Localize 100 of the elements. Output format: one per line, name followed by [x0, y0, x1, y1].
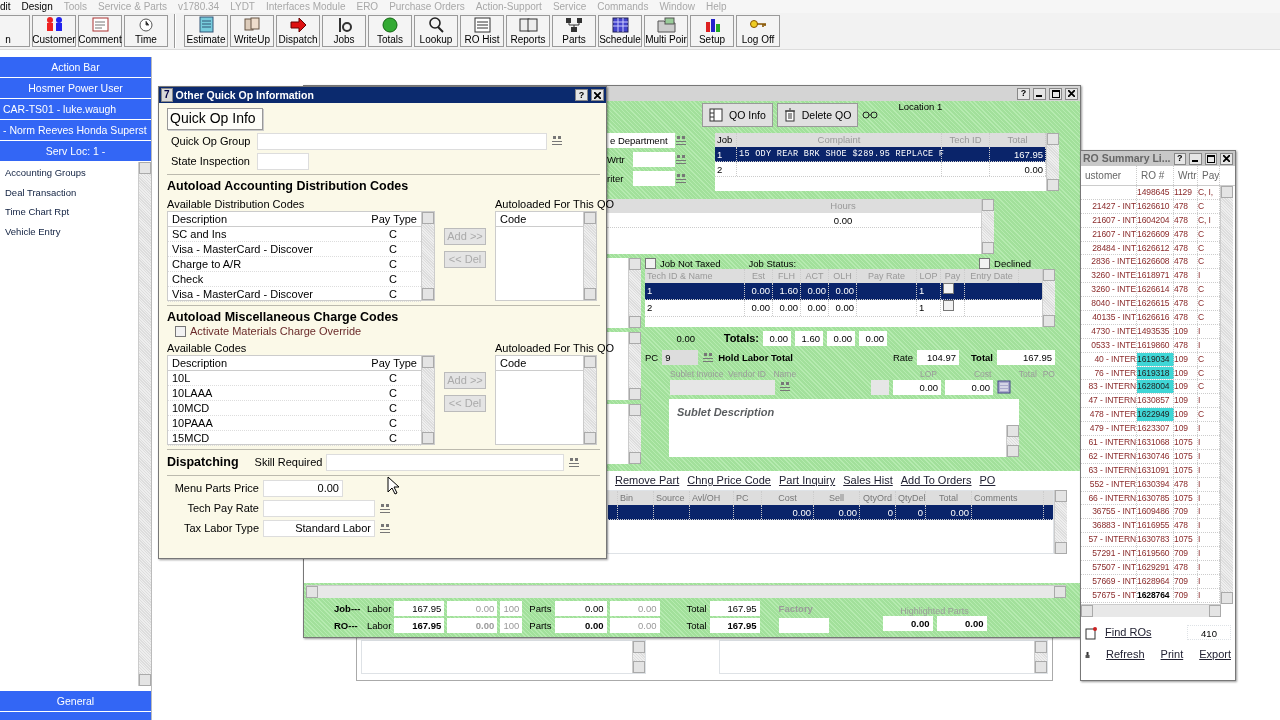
input-field[interactable]	[326, 454, 565, 472]
sidebar-item[interactable]: Accounting Groups	[0, 166, 138, 186]
link[interactable]: Part Inquiry	[779, 474, 836, 490]
toolbar-button[interactable]: Estimate	[184, 15, 228, 47]
link[interactable]: Add To Orders	[900, 474, 972, 490]
lookup-icon[interactable]	[779, 381, 791, 394]
table-row[interactable]: 1 15 ODY REAR BRK SHOE $289.95 REPLACE F 167.95	[715, 147, 1046, 162]
table-row[interactable]: 2 0.00	[715, 162, 1046, 177]
close-button[interactable]	[1220, 152, 1233, 165]
table-cell[interactable]: 1628764	[1137, 588, 1174, 602]
input-field[interactable]: e Department	[607, 133, 675, 148]
toolbar-button[interactable]: RO Hist	[460, 15, 504, 47]
toolbar-button[interactable]: Jobs	[322, 15, 366, 47]
checkbox[interactable]	[175, 326, 186, 338]
sidebar-header[interactable]: General	[0, 691, 151, 711]
table-cell[interactable]: 1616955	[1137, 519, 1174, 533]
sidebar-item[interactable]: Vehicle Entry	[0, 224, 138, 244]
link[interactable]: Print	[1160, 648, 1184, 662]
toolbar-button[interactable]: Multi Poir	[644, 15, 688, 47]
toolbar-button[interactable]: Delete QO	[776, 103, 859, 127]
lookup-icon[interactable]	[675, 172, 687, 185]
lookup-icon[interactable]	[675, 134, 687, 147]
lookup-icon[interactable]	[675, 153, 687, 166]
toolbar-button[interactable]: Lookup	[414, 15, 458, 47]
toolbar-button[interactable]: Dispatch	[276, 15, 320, 47]
table-cell[interactable]: 1628004	[1137, 380, 1174, 394]
table-cell[interactable]: 1619860	[1137, 338, 1174, 352]
table-row[interactable]: 1 0.00 1.60 0.00 0.00 1	[645, 283, 1042, 301]
sidebar-header[interactable]	[0, 712, 151, 720]
sidebar-header[interactable]: Hosmer Power User	[0, 78, 151, 98]
link[interactable]: Remove Part	[615, 474, 680, 490]
toolbar-button[interactable]: Parts	[552, 15, 596, 47]
checkbox[interactable]	[943, 283, 954, 295]
table-cell[interactable]: 1631091	[1137, 463, 1174, 477]
table-cell[interactable]: 1626612	[1137, 241, 1174, 255]
input-field[interactable]: 104.97	[917, 350, 959, 366]
close-button[interactable]	[591, 89, 604, 101]
table-cell[interactable]: 1630783	[1137, 533, 1174, 547]
maximize-button[interactable]	[1049, 87, 1062, 100]
table-cell[interactable]: 1626615	[1137, 297, 1174, 310]
maximize-button[interactable]	[1204, 152, 1218, 165]
help-button[interactable]: ?	[1173, 152, 1187, 165]
table-cell[interactable]: 1618971	[1137, 269, 1174, 283]
checkbox[interactable]	[645, 258, 656, 270]
link[interactable]: Export	[1199, 648, 1231, 662]
input-field[interactable]	[633, 152, 675, 167]
help-button[interactable]: ?	[1017, 87, 1030, 100]
document-icon[interactable]	[997, 380, 1011, 395]
table-cell[interactable]: 1619560	[1137, 547, 1174, 561]
checkbox[interactable]	[979, 258, 991, 270]
toolbar-button[interactable]: Log Off	[736, 15, 780, 47]
table-cell[interactable]: 1623307	[1137, 422, 1174, 436]
sidebar-header[interactable]: Action Bar	[0, 57, 151, 77]
toolbar-button[interactable]: Comment	[78, 15, 122, 47]
input-field[interactable]	[871, 379, 889, 395]
sidebar-header[interactable]: CAR-TS01 - luke.waugh	[0, 99, 151, 119]
table-cell[interactable]: 1631068	[1137, 436, 1174, 449]
input-field[interactable]	[670, 379, 775, 395]
lookup-icon[interactable]	[702, 351, 715, 364]
input-field[interactable]: 9	[662, 350, 699, 366]
table-cell[interactable]: 1629291	[1137, 561, 1174, 574]
link[interactable]: Sales Hist	[843, 474, 893, 490]
help-button[interactable]: ?	[575, 89, 588, 101]
lookup-icon[interactable]	[379, 522, 391, 535]
sidebar-header[interactable]: Serv Loc: 1 -	[0, 141, 151, 161]
toolbar-button[interactable]: QO Info	[702, 103, 773, 127]
sidebar-item[interactable]: Deal Transaction	[0, 185, 138, 205]
lookup-icon[interactable]	[551, 135, 563, 148]
input-field[interactable]: 0.00	[263, 480, 343, 498]
link[interactable]: PO	[979, 474, 996, 490]
table-cell[interactable]: 1493535	[1137, 324, 1174, 338]
minimize-button[interactable]	[1189, 152, 1202, 165]
table-cell[interactable]: 1626616	[1137, 311, 1174, 324]
table-cell[interactable]: 1630785	[1137, 491, 1174, 505]
input-field[interactable]	[257, 152, 309, 170]
table-cell[interactable]: 1630857	[1137, 394, 1174, 408]
link[interactable]: Find ROs	[1105, 625, 1152, 640]
input-field[interactable]: 167.95	[997, 350, 1055, 366]
toolbar-button[interactable]: Setup	[690, 15, 734, 47]
table-cell[interactable]: 1498645	[1137, 186, 1174, 199]
toolbar-button[interactable]: Customer	[32, 15, 76, 47]
table-cell[interactable]: 1628964	[1137, 574, 1174, 588]
sidebar-item[interactable]: Time Chart Rpt	[0, 205, 138, 225]
menu-item[interactable]: Design	[21, 0, 53, 13]
table-row[interactable]: 0.00 0.00 0 0 0.00	[608, 505, 1053, 520]
table-cell[interactable]: 1630746	[1137, 449, 1174, 463]
table-cell[interactable]: 1626614	[1137, 283, 1174, 297]
link[interactable]: Chng Price Code	[687, 474, 771, 490]
menu-item[interactable]: dit	[0, 0, 11, 13]
table-cell[interactable]: 1626608	[1137, 255, 1174, 269]
lookup-icon[interactable]	[568, 456, 581, 469]
input-field[interactable]	[633, 171, 675, 186]
note-icon[interactable]	[1085, 625, 1097, 640]
link[interactable]: Refresh	[1106, 648, 1145, 662]
text-field[interactable]: Sublet Description	[669, 398, 1019, 426]
input-field[interactable]	[778, 618, 829, 633]
sidebar-header[interactable]: - Norm Reeves Honda Superst	[0, 120, 151, 140]
lookup-icon[interactable]	[379, 502, 391, 515]
input-field[interactable]	[257, 132, 547, 150]
table-cell[interactable]: 1609486	[1137, 505, 1174, 519]
